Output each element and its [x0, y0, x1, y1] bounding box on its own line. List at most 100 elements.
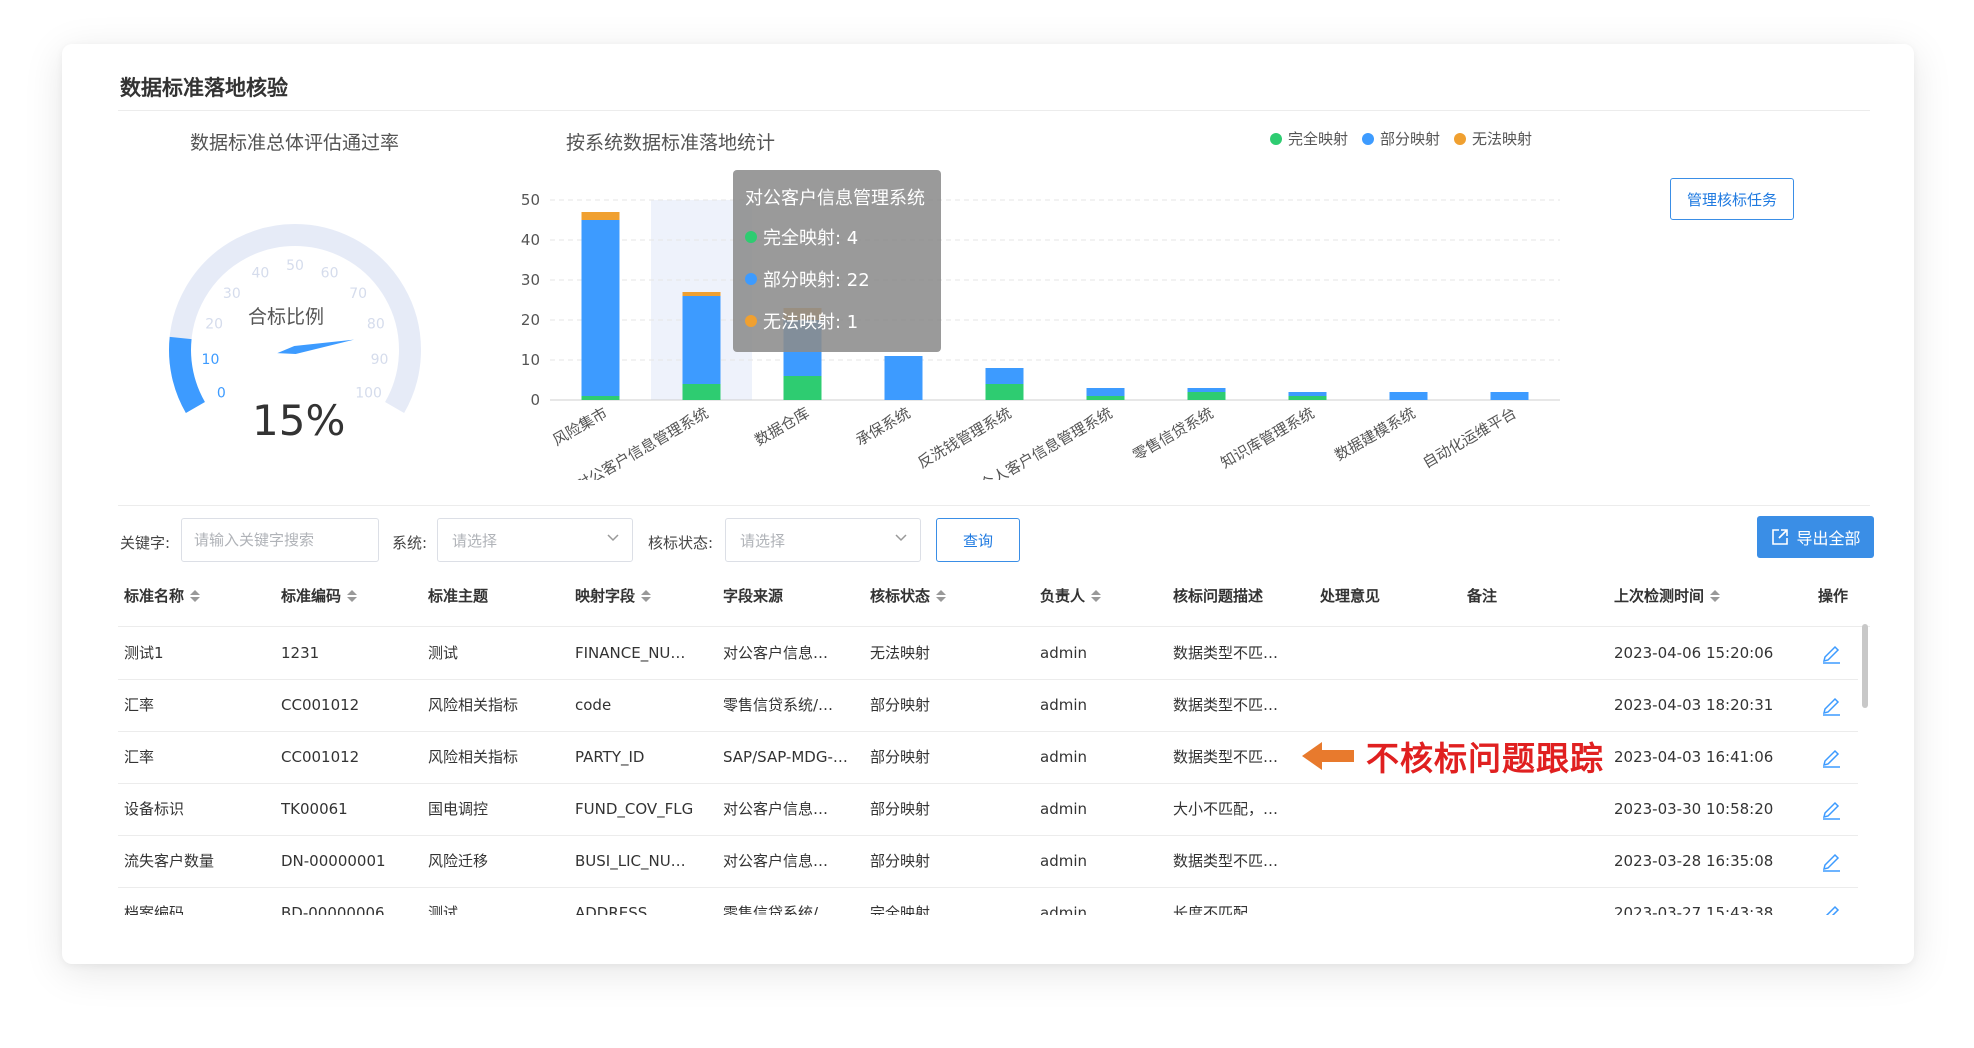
export-all-button[interactable]: 导出全部: [1757, 516, 1874, 558]
header-remarks: 备注: [1467, 585, 1497, 606]
tooltip-row-partial: 部分映射: 22: [745, 266, 929, 292]
edit-icon[interactable]: [1820, 746, 1842, 768]
header-standard-code[interactable]: 标准编码: [281, 585, 358, 606]
y-tick-label: 30: [521, 271, 540, 289]
header-last-check-time[interactable]: 上次检测时间: [1614, 585, 1721, 606]
legend-label-partial: 部分映射: [1380, 130, 1441, 148]
header-mapped-field[interactable]: 映射字段: [575, 585, 652, 606]
table-cell: BUSI_LIC_NU…: [575, 852, 686, 870]
gauge-tick-label: 0: [217, 386, 226, 402]
keyword-label: 关键字:: [120, 534, 171, 552]
table-cell: 对公客户信息…: [723, 800, 829, 818]
tooltip-label-partial: 部分映射: 22: [763, 270, 870, 291]
table-cell: 2023-03-28 16:35:08: [1614, 852, 1774, 870]
table-cell: 部分映射: [870, 852, 931, 870]
sort-icon[interactable]: [936, 589, 947, 602]
edit-icon[interactable]: [1820, 798, 1842, 820]
sort-icon[interactable]: [190, 589, 201, 602]
chart-tooltip: 对公客户信息管理系统 完全映射: 4 部分映射: 22 无法映射: 1: [733, 170, 941, 352]
table-cell: SAP/SAP-MDG-…: [723, 748, 848, 766]
table-cell: 2023-04-03 18:20:31: [1614, 696, 1774, 714]
table-cell: 档案编码: [124, 904, 185, 915]
page-title: 数据标准落地核验: [120, 76, 288, 100]
export-all-label: 导出全部: [1796, 529, 1861, 548]
table-row: 汇率 CC001012 风险相关指标 code 零售信贷系统/… 部分映射 admin 数据类…: [118, 679, 1858, 732]
x-tick-label: 反洗钱管理系统: [915, 404, 1015, 472]
table-cell: 对公客户信息…: [723, 644, 829, 662]
table-cell: 测试1: [124, 644, 164, 662]
legend-item-partial: 部分映射: [1362, 128, 1440, 149]
bar-segment: [1490, 392, 1529, 400]
chart-legend: 完全映射 部分映射 无法映射: [1270, 128, 1532, 149]
keyword-search-input[interactable]: [181, 518, 379, 562]
table-body: 测试1 1231 测试 FINANCE_NU… 对公客户信息… 无法映射 admin 数据类型…: [0, 627, 1974, 915]
legend-dot-partial: [1362, 132, 1375, 145]
legend-dot-full: [1270, 132, 1282, 145]
header-issue-desc: 核标问题描述: [1173, 585, 1263, 606]
tooltip-row-full: 完全映射: 4: [745, 224, 929, 250]
table-cell: admin: [1040, 852, 1087, 870]
gauge-tick-label: 60: [321, 265, 339, 281]
legend-item-none: 无法映射: [1454, 128, 1532, 149]
table-cell: 数据类型不匹…: [1173, 644, 1279, 662]
edit-icon[interactable]: [1820, 694, 1842, 716]
tooltip-dot-partial: [745, 273, 757, 285]
bar-segment: [682, 292, 721, 296]
bar-segment: [1187, 392, 1226, 400]
y-tick-label: 20: [521, 311, 540, 329]
chart-title: 按系统数据标准落地统计: [566, 132, 776, 154]
table-row: 档案编码 BD-00000006 测试 ADDRESS 零售信贷系统/… 完全映射 admi…: [118, 887, 1858, 915]
gauge-tick-label: 80: [367, 317, 385, 333]
table-cell: FUND_COV_FLG: [575, 800, 694, 818]
table-cell: 2023-03-27 15:43:38: [1614, 904, 1774, 915]
table-cell: 测试: [428, 904, 459, 915]
table-cell: 2023-03-30 10:58:20: [1614, 800, 1774, 818]
sort-icon[interactable]: [1091, 589, 1102, 602]
x-tick-label: 数据建模系统: [1332, 404, 1419, 465]
table-cell: admin: [1040, 904, 1087, 915]
edit-icon[interactable]: [1820, 642, 1842, 664]
header-owner[interactable]: 负责人: [1040, 585, 1102, 606]
table-cell: 长度不匹配: [1173, 904, 1249, 915]
legend-dot-none: [1454, 132, 1467, 145]
query-button[interactable]: 查询: [936, 518, 1020, 562]
table-cell: FINANCE_NU…: [575, 644, 686, 662]
table-cell: 零售信贷系统/…: [723, 696, 834, 714]
bar-segment: [682, 296, 721, 384]
table-row: 设备标识 TK00061 国电调控 FUND_COV_FLG 对公客户信息… 部分映射 ad…: [118, 783, 1858, 836]
edit-icon[interactable]: [1820, 850, 1842, 872]
table-cell: 数据类型不匹…: [1173, 748, 1279, 766]
tooltip-dot-none: [745, 315, 757, 327]
sort-icon[interactable]: [347, 589, 358, 602]
legend-item-full: 完全映射: [1270, 128, 1348, 149]
table-cell: 完全映射: [870, 904, 931, 915]
system-select[interactable]: 请选择: [437, 518, 633, 562]
table-cell: 部分映射: [870, 800, 931, 818]
y-tick-label: 40: [521, 231, 540, 249]
table-scrollbar[interactable]: [1862, 624, 1868, 708]
sort-icon[interactable]: [1710, 589, 1721, 602]
bar-segment: [581, 396, 620, 400]
table-cell: admin: [1040, 800, 1087, 818]
table-cell: 部分映射: [870, 748, 931, 766]
table-cell: 零售信贷系统/…: [723, 904, 834, 915]
tooltip-title: 对公客户信息管理系统: [745, 188, 925, 209]
table-row: 流失客户数量 DN-00000001 风险迁移 BUSI_LIC_NU… 对公客户信息……: [118, 835, 1858, 888]
header-actions: 操作: [1818, 585, 1848, 606]
legend-label-full: 完全映射: [1288, 130, 1349, 148]
check-status-select[interactable]: 请选择: [725, 518, 921, 562]
y-tick-label: 50: [521, 191, 540, 209]
bar-segment: [1187, 388, 1226, 392]
check-status-label: 核标状态:: [648, 534, 714, 552]
sort-icon[interactable]: [641, 589, 652, 602]
x-tick-label: 风险集市: [550, 404, 611, 450]
header-check-status[interactable]: 核标状态: [870, 585, 947, 606]
edit-icon[interactable]: [1820, 902, 1842, 915]
table-cell: 数据类型不匹…: [1173, 696, 1279, 714]
table-cell: 部分映射: [870, 696, 931, 714]
header-standard-name[interactable]: 标准名称: [124, 585, 201, 606]
table-cell: BD-00000006: [281, 904, 385, 915]
gauge-tick-label: 100: [355, 386, 382, 402]
gauge-label: 合标比例: [248, 306, 325, 328]
manage-check-task-button[interactable]: 管理核标任务: [1670, 178, 1794, 220]
